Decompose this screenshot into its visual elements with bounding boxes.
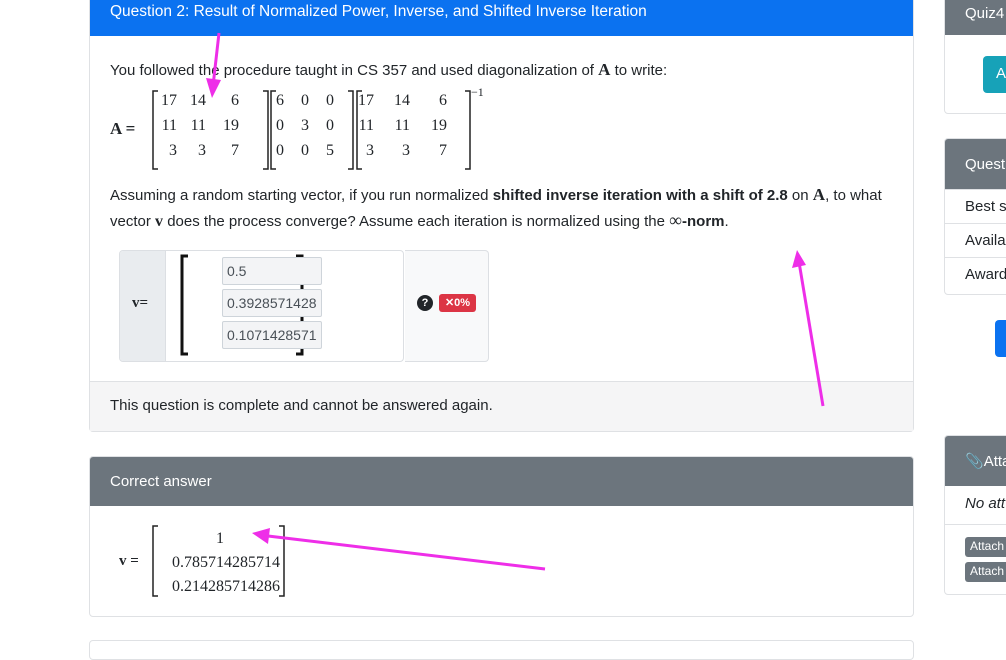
- matrix-cell: 3: [169, 142, 177, 159]
- question-header: Question 2: Result of Normalized Power, …: [90, 0, 913, 36]
- matrix-cell: 0: [276, 142, 284, 159]
- vector-input-group: v=: [119, 250, 404, 362]
- sidebar-row-best: Best s: [945, 189, 1006, 223]
- help-icon[interactable]: ?: [417, 295, 433, 311]
- matrix-cell: 0: [326, 92, 334, 109]
- matrix-cell: 7: [231, 142, 239, 159]
- matrix-cell: 14: [190, 92, 206, 109]
- matrix-cell: 3: [402, 142, 410, 159]
- sidebar-quiz-header: Quiz4: [945, 0, 1006, 35]
- matrix-cell: 0: [326, 117, 334, 134]
- shift-description: shifted inverse iteration with a shift o…: [492, 187, 788, 204]
- matrix-cell: 0: [301, 92, 309, 109]
- correct-answer-title: Correct answer: [110, 473, 212, 490]
- matrix-cell: 3: [301, 117, 309, 134]
- matrix-cell: 0: [276, 117, 284, 134]
- matrix-cell: 5: [326, 142, 334, 159]
- intro-text: You followed the procedure taught in CS …: [110, 62, 594, 79]
- paperclip-icon: 📎: [965, 453, 984, 470]
- question-intro: You followed the procedure taught in CS …: [110, 60, 667, 80]
- question-card: Question 2: Result of Normalized Power, …: [89, 0, 914, 432]
- matrix-cell: 0: [301, 142, 309, 159]
- attach-text-button[interactable]: Attach: [965, 562, 1006, 582]
- answer-value-1: 1: [216, 530, 224, 547]
- sidebar-attachments-card: 📎Atta No att Attach Attach: [944, 435, 1006, 595]
- sidebar-row-available: Availa: [945, 223, 1006, 257]
- vector-input-1[interactable]: [222, 257, 322, 285]
- matrix-lhs: A =: [110, 119, 136, 138]
- divider: [945, 524, 1006, 525]
- matrix-cell: 14: [394, 92, 410, 109]
- answer-vector: 1 0.785714285714 0.214285714286: [160, 527, 280, 599]
- next-card: [89, 640, 914, 660]
- answer-value-3: 0.214285714286: [172, 578, 280, 595]
- matrix-cell: 11: [394, 117, 410, 134]
- matrix-cell: 6: [231, 92, 239, 109]
- vector-input-3[interactable]: [222, 321, 322, 349]
- answer-value-2: 0.785714285714: [172, 554, 280, 571]
- correct-answer-header: Correct answer: [90, 457, 913, 506]
- attach-file-button[interactable]: Attach: [965, 537, 1006, 557]
- matrix-cell: 6: [276, 92, 284, 109]
- question-complete-message: This question is complete and cannot be …: [90, 381, 913, 431]
- feedback-cell: ? ✕0%: [405, 250, 489, 362]
- matrix-cell: 17: [358, 92, 374, 109]
- matrix-cell: 17: [161, 92, 177, 109]
- matrix-cell: 19: [431, 117, 447, 134]
- answer-v-label: v =: [119, 553, 139, 569]
- matrix-cell: 11: [161, 117, 177, 134]
- intro-text-end: to write:: [614, 62, 668, 79]
- quiz-button[interactable]: A: [983, 56, 1006, 93]
- no-attachments-text: No att: [965, 495, 1006, 512]
- matrix-brackets: [152, 90, 471, 170]
- matrix-cell: 19: [223, 117, 239, 134]
- question-title: Question 2: Result of Normalized Power, …: [110, 3, 647, 20]
- score-badge: ✕0%: [439, 294, 476, 312]
- matrix-cell: 11: [358, 117, 374, 134]
- matrix-cell: 3: [198, 142, 206, 159]
- sidebar-question-card: Quest Best s Availa Award: [944, 138, 1006, 295]
- matrix-symbol-a: A: [598, 60, 611, 79]
- sidebar-question-header: Quest: [945, 139, 1006, 189]
- sidebar-quiz-card: Quiz4 A: [944, 0, 1006, 114]
- sidebar-row-awarded: Award: [945, 257, 1006, 291]
- correct-answer-card: Correct answer v = 1 0.785714285714 0.21…: [89, 456, 914, 617]
- question-prompt: Assuming a random starting vector, if yo…: [110, 185, 882, 230]
- matrix-cell: 7: [439, 142, 447, 159]
- v-label-cell: v=: [120, 251, 166, 361]
- inverse-exponent: −1: [471, 85, 484, 99]
- vector-input-2[interactable]: [222, 289, 322, 317]
- matrix-cell: 6: [439, 92, 447, 109]
- matrix-cell: 11: [190, 117, 206, 134]
- sidebar-primary-button[interactable]: [995, 320, 1006, 357]
- sidebar-attachments-header: 📎Atta: [945, 436, 1006, 486]
- matrix-cell: 3: [366, 142, 374, 159]
- v-label: v=: [132, 295, 149, 311]
